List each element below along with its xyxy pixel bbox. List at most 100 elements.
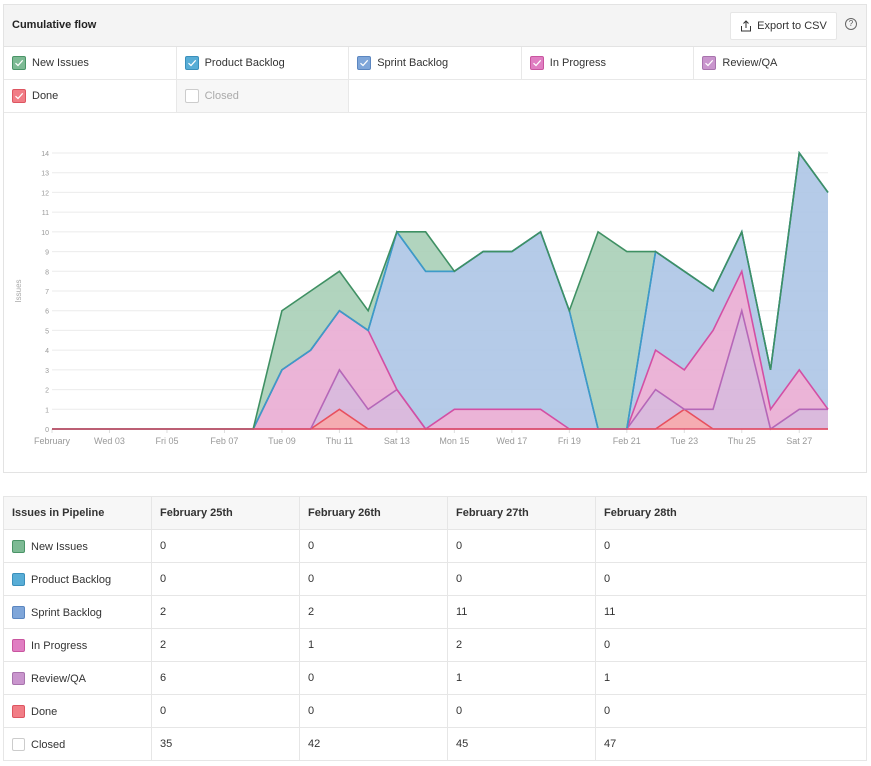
count-cell: 1 xyxy=(595,661,867,695)
count-cell: 2 xyxy=(299,595,448,629)
export-csv-button[interactable]: Export to CSV xyxy=(730,12,837,40)
color-swatch-icon xyxy=(12,572,25,586)
pipeline-name-cell: Done xyxy=(3,694,152,728)
color-swatch-icon xyxy=(12,737,25,751)
count-cell: 0 xyxy=(447,562,596,596)
y-tick-label: 1 xyxy=(45,407,49,414)
y-axis-label: Issues xyxy=(14,279,23,302)
panel-title: Cumulative flow xyxy=(12,19,97,31)
checkbox-checked-icon[interactable] xyxy=(702,56,717,70)
export-csv-label: Export to CSV xyxy=(757,20,827,32)
cumulative-flow-chart: 01234567891011121314IssuesFebruary Wed 03… xyxy=(14,150,829,446)
count-cell: 2 xyxy=(151,595,300,629)
legend-item-product-backlog[interactable]: Product Backlog xyxy=(176,47,350,80)
legend-item-review-qa[interactable]: Review/QA xyxy=(694,47,867,80)
count-cell: 1 xyxy=(299,628,448,662)
x-tick-label: Wed 17 xyxy=(496,436,527,446)
count-cell: 0 xyxy=(151,529,300,563)
pipeline-table: Issues in Pipeline February 25th February … xyxy=(3,496,867,761)
table-row: Review/QA 6 0 1 1 xyxy=(3,661,867,695)
color-swatch-icon xyxy=(12,704,25,718)
y-tick-label: 13 xyxy=(41,171,49,178)
legend-label: Closed xyxy=(204,90,239,102)
checkbox-checked-icon[interactable] xyxy=(12,89,26,103)
checkbox-checked-icon[interactable] xyxy=(184,56,199,70)
pipeline-name-cell: Closed xyxy=(3,727,152,761)
y-tick-label: 10 xyxy=(41,230,49,237)
count-cell: 42 xyxy=(299,727,448,761)
color-swatch-icon xyxy=(12,539,25,553)
count-cell: 0 xyxy=(595,628,867,662)
y-tick-label: 6 xyxy=(45,309,49,316)
legend-item-in-progress[interactable]: In Progress xyxy=(521,47,695,80)
x-tick-label: February xyxy=(34,436,71,446)
pipeline-name-cell: New Issues xyxy=(3,529,152,563)
pipeline-name: Done xyxy=(31,705,58,718)
legend-item-done[interactable]: Done xyxy=(4,80,177,113)
column-header-date: February 27th xyxy=(447,496,596,530)
pipeline-name-cell: In Progress xyxy=(3,628,152,662)
column-header-date: February 28th xyxy=(595,496,867,530)
count-cell: 0 xyxy=(595,694,867,728)
count-cell: 11 xyxy=(595,595,867,629)
legend-label: Sprint Backlog xyxy=(377,57,449,69)
x-tick-label: Tue 09 xyxy=(268,436,296,446)
x-tick-label: Feb 21 xyxy=(613,436,641,446)
pipeline-name-cell: Review/QA xyxy=(3,661,152,695)
count-cell: 2 xyxy=(447,628,596,662)
legend-item-new-issues[interactable]: New Issues xyxy=(4,47,177,80)
series-legend: New Issues Product Backlog Sprint Backlog I… xyxy=(4,47,867,113)
count-cell: 0 xyxy=(595,562,867,596)
count-cell: 0 xyxy=(299,661,448,695)
legend-item-sprint-backlog[interactable]: Sprint Backlog xyxy=(349,47,522,80)
column-header-date: February 26th xyxy=(299,496,448,530)
y-tick-label: 9 xyxy=(45,250,49,257)
pipeline-name-cell: Product Backlog xyxy=(3,562,152,596)
x-tick-label: Thu 11 xyxy=(326,436,353,446)
table-row: Done 0 0 0 0 xyxy=(3,694,867,728)
x-tick-label: Mon 15 xyxy=(439,436,469,446)
x-tick-label: Thu 25 xyxy=(728,436,756,446)
y-tick-label: 4 xyxy=(45,348,49,355)
cumulative-flow-panel: Cumulative flow Export to CSV ? New Issu… xyxy=(3,4,867,473)
y-tick-label: 5 xyxy=(45,328,49,335)
pipeline-name: Product Backlog xyxy=(31,573,112,586)
table-row: Closed 35 42 45 47 xyxy=(3,727,867,761)
count-cell: 0 xyxy=(151,562,300,596)
chart-area: 0 1 2 3 4 5 6 7 8 9 10 11 12 13 14 Issues February Wed 03… xyxy=(4,114,866,472)
question-circle-icon[interactable]: ? xyxy=(845,18,857,30)
checkbox-unchecked-icon[interactable] xyxy=(184,89,199,103)
legend-item-closed[interactable]: Closed xyxy=(176,80,350,113)
checkbox-checked-icon[interactable] xyxy=(12,56,26,70)
pipeline-name-cell: Sprint Backlog xyxy=(3,595,152,629)
y-tick-label: 7 xyxy=(45,289,49,296)
x-tick-label: Feb 07 xyxy=(210,436,238,446)
y-tick-label: 12 xyxy=(41,190,49,197)
y-tick-label: 3 xyxy=(45,368,49,375)
count-cell: 0 xyxy=(151,694,300,728)
color-swatch-icon xyxy=(12,638,25,652)
x-tick-label: Fri 19 xyxy=(558,436,581,446)
y-tick-label: 2 xyxy=(45,388,49,395)
pipeline-name: Sprint Backlog xyxy=(31,606,102,619)
color-swatch-icon xyxy=(12,605,25,619)
table-row: In Progress 2 1 2 0 xyxy=(3,628,867,662)
pipeline-name: Review/QA xyxy=(31,672,87,685)
x-tick-label: Wed 03 xyxy=(94,436,125,446)
checkbox-checked-icon[interactable] xyxy=(357,56,372,70)
count-cell: 1 xyxy=(447,661,596,695)
count-cell: 0 xyxy=(595,529,867,563)
count-cell: 6 xyxy=(151,661,300,695)
pipeline-name: Closed xyxy=(31,738,66,751)
checkbox-checked-icon[interactable] xyxy=(529,56,544,70)
share-upload-icon xyxy=(741,20,752,32)
count-cell: 0 xyxy=(299,562,448,596)
table-row: Sprint Backlog 2 2 11 11 xyxy=(3,595,867,629)
y-tick-label: 14 xyxy=(41,151,49,158)
legend-label: New Issues xyxy=(32,57,89,69)
count-cell: 0 xyxy=(447,529,596,563)
y-tick-label: 11 xyxy=(42,210,49,217)
y-tick-label: 0 xyxy=(45,427,49,434)
x-tick-label: Tue 23 xyxy=(670,436,698,446)
column-header-date: February 25th xyxy=(151,496,300,530)
